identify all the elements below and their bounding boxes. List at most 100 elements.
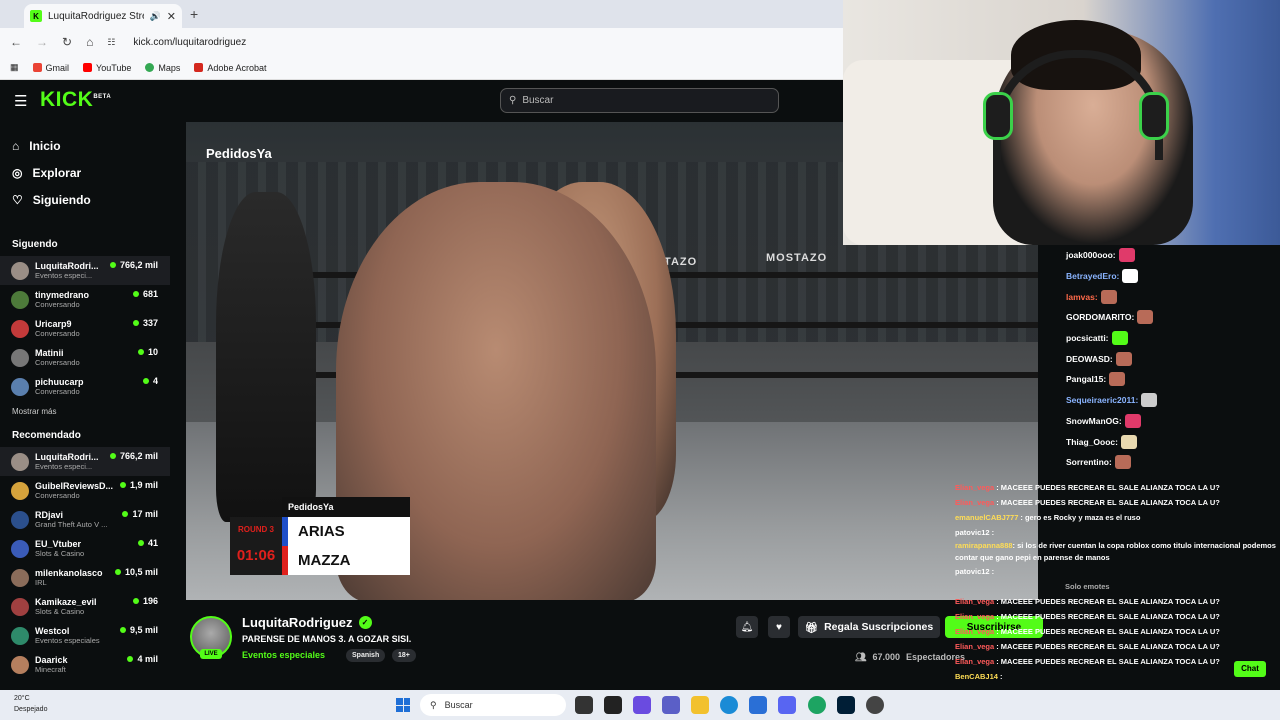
chat-username[interactable]: lamvas: <box>1066 292 1098 302</box>
chat-username[interactable]: Elian_vega <box>955 627 994 636</box>
live-dot-icon <box>142 378 149 384</box>
kick-logo[interactable]: KICKBETA <box>40 88 111 112</box>
solo-emotes-notice: Solo emotes <box>1065 582 1110 591</box>
live-dot-icon <box>122 511 129 517</box>
chat-message: pocsicatti: <box>1038 328 1280 349</box>
apps-icon[interactable]: ▦ <box>10 62 19 73</box>
search-icon: ⚲ <box>509 95 517 106</box>
nav-siguiendo[interactable]: ♡ Siguiendo <box>0 186 170 213</box>
chat-username[interactable]: BenCABJ14 <box>955 672 998 681</box>
channel-viewers: 196 <box>132 596 158 606</box>
bookmark-youtube[interactable]: YouTube <box>83 63 131 73</box>
taskbar-search[interactable]: ⚲ Buscar <box>420 694 566 716</box>
channel-viewers: 766,2 mil <box>109 260 158 270</box>
chat-message: joak000ooo: <box>1038 245 1280 266</box>
taskview-icon[interactable] <box>575 696 593 714</box>
sidebar-channel[interactable]: Westcol Eventos especiales 9,5 mil <box>0 621 170 650</box>
channel-category: Conversando <box>35 358 80 367</box>
chat-username[interactable]: Elian_vega <box>955 498 994 507</box>
headset-left-cup <box>983 92 1013 140</box>
chat-username[interactable]: Elian_vega <box>955 483 994 492</box>
url-field[interactable]: kick.com/luquitarodriguez <box>133 37 246 48</box>
chat-username[interactable]: Elian_vega <box>955 642 994 651</box>
weather-widget[interactable]: 20°C Despejado <box>14 693 47 715</box>
sidebar-channel[interactable]: milenkanolasco IRL 10,5 mil <box>0 563 170 592</box>
back-icon[interactable]: ← <box>10 35 22 49</box>
chat-username[interactable]: patovic12 <box>955 528 990 537</box>
channel-category: Conversando <box>35 491 80 500</box>
chat-username[interactable]: Thiag_Oooc: <box>1066 437 1118 447</box>
browser-tab[interactable]: K LuquitaRodriguez Stream 🔊 ✕ <box>24 4 182 28</box>
channel-category: IRL <box>35 578 47 587</box>
sidebar-channel[interactable]: pichuucarp Conversando 4 <box>0 372 170 401</box>
chat-username[interactable]: patovic12 <box>955 567 990 576</box>
tag-language[interactable]: Spanish <box>346 649 386 662</box>
sidebar-channel[interactable]: tinymedrano Conversando 681 <box>0 285 170 314</box>
sidebar-channel[interactable]: EU_Vtuber Slots & Casino 41 <box>0 534 170 563</box>
copilot-icon[interactable] <box>633 696 651 714</box>
channel-category: Eventos especi... <box>35 271 93 280</box>
chat-username[interactable]: SnowManOG: <box>1066 416 1122 426</box>
site-info-icon[interactable]: ☷ <box>107 37 115 48</box>
chat-message: GORDOMARITO: <box>1038 307 1280 328</box>
bookmark-gmail[interactable]: Gmail <box>32 63 69 73</box>
chat-message: ramirapanna888: si los de river cuentan … <box>955 540 1280 564</box>
channel-avatar <box>11 377 29 396</box>
close-tab-icon[interactable]: ✕ <box>167 10 176 23</box>
sidebar-channel[interactable]: LuquitaRodri... Eventos especi... 766,2 mi… <box>0 447 170 476</box>
speaker-icon[interactable]: 🔊 <box>150 11 161 22</box>
follow-heart-button[interactable]: ♥ <box>768 616 790 638</box>
sidebar-channel[interactable]: RDjavi Grand Theft Auto V ... 17 mil <box>0 505 170 534</box>
chat-username[interactable]: emanuelCABJ777 <box>955 513 1018 522</box>
nav-inicio[interactable]: ⌂ Inicio <box>0 132 170 159</box>
start-button[interactable] <box>396 698 410 712</box>
chat-username[interactable]: Elian_vega <box>955 597 994 606</box>
tag-age[interactable]: 18+ <box>392 649 416 662</box>
forward-icon[interactable]: → <box>36 35 48 49</box>
photoshop-icon[interactable] <box>837 696 855 714</box>
home-icon[interactable]: ⌂ <box>86 35 93 49</box>
sidebar-channel[interactable]: LuquitaRodri... Eventos especi... 766,2 mi… <box>0 256 170 285</box>
bookmark-maps[interactable]: Maps <box>145 63 180 73</box>
chat-username[interactable]: Elian_vega <box>955 612 994 621</box>
discord-icon[interactable] <box>778 696 796 714</box>
sidebar-channel[interactable]: Kamikaze_evil Slots & Casino 196 <box>0 592 170 621</box>
app-icon[interactable] <box>866 696 884 714</box>
explorer-icon[interactable] <box>691 696 709 714</box>
chat-username[interactable]: Sorrentino: <box>1066 457 1112 467</box>
browser-tabbar: K LuquitaRodriguez Stream 🔊 ✕ + <box>0 0 843 28</box>
sidebar-channel[interactable]: Matinii Conversando 10 <box>0 343 170 372</box>
store-icon[interactable] <box>749 696 767 714</box>
stream-category[interactable]: Eventos especiales <box>242 650 325 660</box>
chat-username[interactable]: pocsicatti: <box>1066 333 1109 343</box>
menu-icon[interactable]: ☰ <box>14 92 27 110</box>
sidebar-channel[interactable]: GuibelReviewsD... Conversando 1,9 mil <box>0 476 170 505</box>
chat-username[interactable]: ramirapanna888 <box>955 541 1013 550</box>
nav-explorar[interactable]: ◎ Explorar <box>0 159 170 186</box>
chat-send-button[interactable]: Chat <box>1234 661 1266 677</box>
chat-username[interactable]: Pangal15: <box>1066 374 1106 384</box>
chat-bottom-list: Elian_vega: MACEEE PUEDES RECREAR EL SAL… <box>955 480 1280 684</box>
reload-icon[interactable]: ↻ <box>62 35 72 49</box>
chat-username[interactable]: Sequeiraeric2011: <box>1066 395 1138 405</box>
notification-bell-button[interactable]: 🔔︎ <box>736 616 758 638</box>
chat-username[interactable]: DEOWASD: <box>1066 354 1113 364</box>
capcut-icon[interactable] <box>604 696 622 714</box>
chat-username[interactable]: BetrayedEro: <box>1066 271 1119 281</box>
live-dot-icon <box>119 482 126 488</box>
show-more-link[interactable]: Mostrar más <box>0 407 170 416</box>
gift-subs-button[interactable]: 🎁︎ Regala Suscripciones <box>798 616 940 638</box>
new-tab-icon[interactable]: + <box>190 6 198 22</box>
streamer-name[interactable]: LuquitaRodriguez ✓ <box>242 615 372 630</box>
sidebar-channel[interactable]: Daarick Minecraft 4 mil <box>0 650 170 679</box>
edge-icon[interactable] <box>720 696 738 714</box>
search-input[interactable]: ⚲ Buscar <box>500 88 779 113</box>
chat-text: : MACEEE PUEDES RECREAR EL SALE ALIANZA … <box>996 642 1220 651</box>
teams-icon[interactable] <box>662 696 680 714</box>
chrome-icon[interactable] <box>808 696 826 714</box>
chat-username[interactable]: joak000ooo: <box>1066 250 1116 260</box>
chat-username[interactable]: Elian_vega <box>955 657 994 666</box>
chat-username[interactable]: GORDOMARITO: <box>1066 312 1134 322</box>
bookmark-adobe[interactable]: Adobe Acrobat <box>194 63 266 73</box>
sidebar-channel[interactable]: Uricarp9 Conversando 337 <box>0 314 170 343</box>
